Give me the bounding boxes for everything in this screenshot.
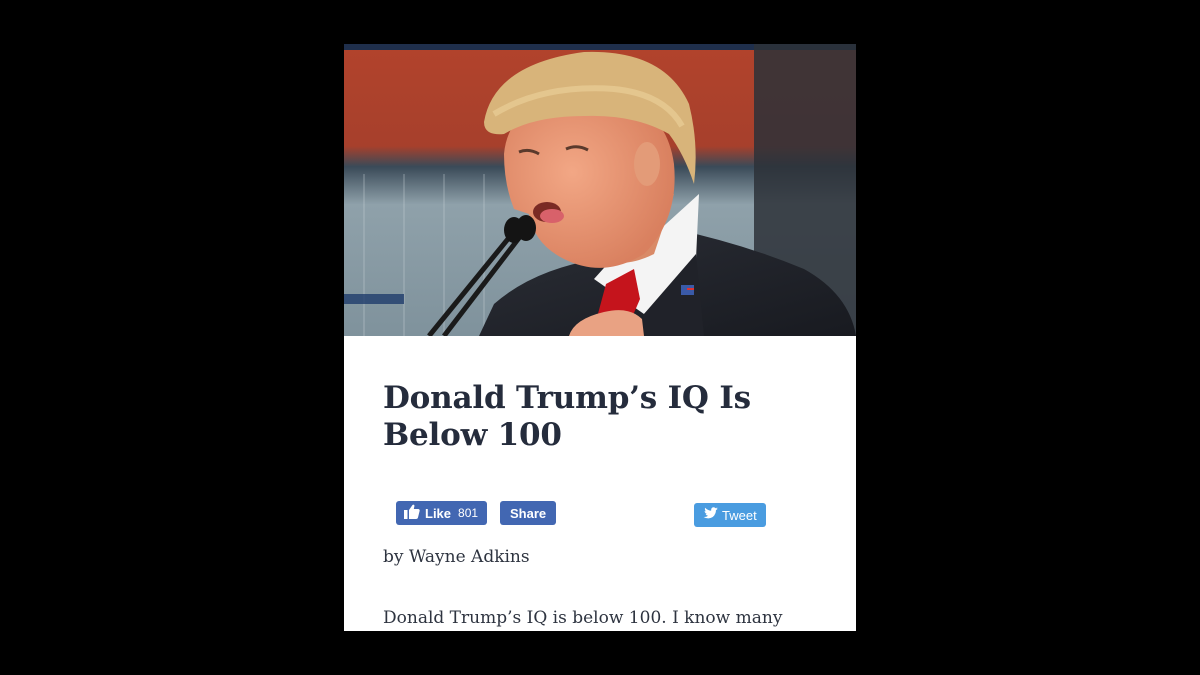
article-byline: by Wayne Adkins <box>383 547 530 567</box>
facebook-share-button[interactable]: Share <box>500 501 557 525</box>
share-label: Share <box>510 505 547 521</box>
screen-background: Donald Trump’s IQ Is Below 100 Like 801 … <box>0 0 1200 675</box>
article-card: Donald Trump’s IQ Is Below 100 Like 801 … <box>344 44 856 631</box>
tweet-button[interactable]: Tweet <box>694 503 766 527</box>
thumbs-up-icon <box>404 504 420 522</box>
like-count: 801 <box>458 506 479 520</box>
social-share-bar: Like 801 Share Tweet <box>344 501 856 529</box>
like-label: Like <box>425 505 452 521</box>
article-headline: Donald Trump’s IQ Is Below 100 <box>383 380 751 453</box>
twitter-bird-icon <box>702 507 718 523</box>
article-body-paragraph: Donald Trump’s IQ is below 100. I know m… <box>383 608 783 628</box>
facebook-like-button[interactable]: Like 801 <box>396 501 488 525</box>
tweet-label: Tweet <box>722 507 757 523</box>
hero-photo <box>344 44 856 336</box>
